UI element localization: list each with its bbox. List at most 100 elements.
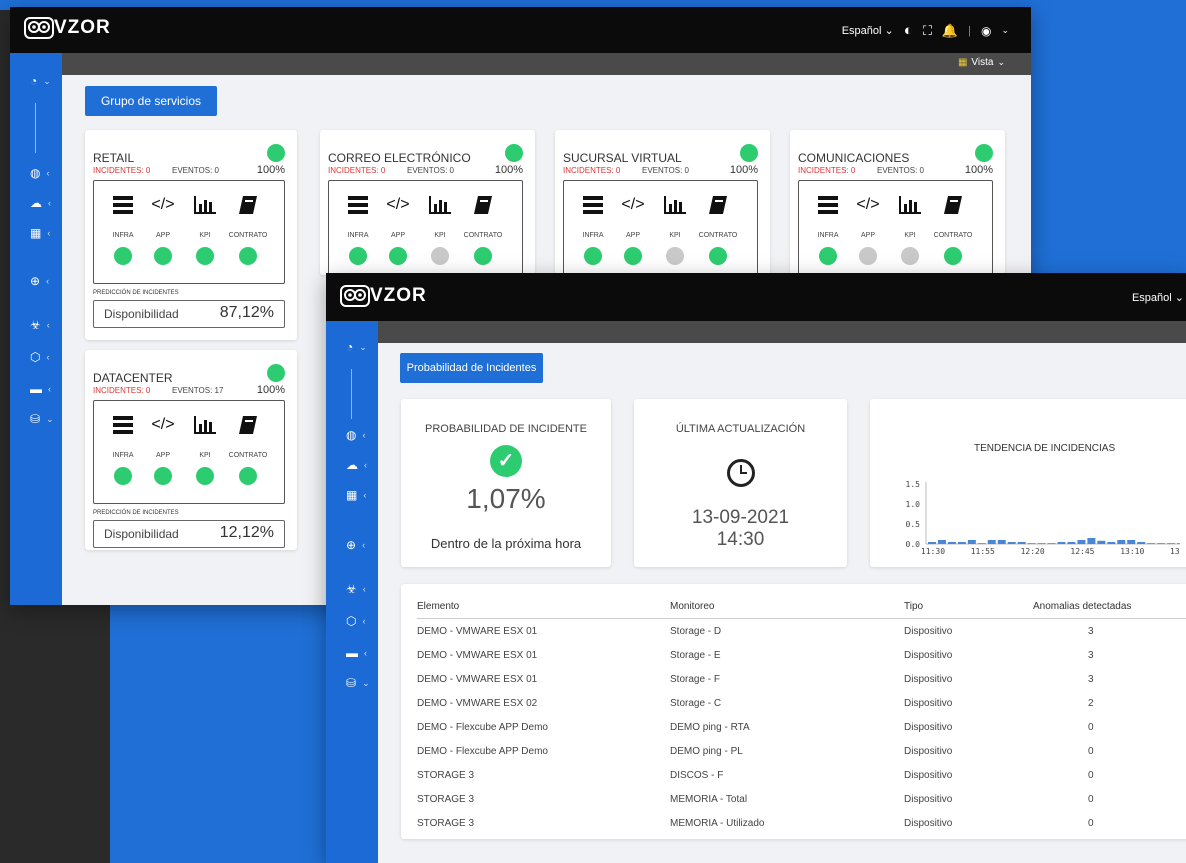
cell-type: Dispositivo <box>904 650 953 661</box>
table-row[interactable]: STORAGE 3 MEMORIA - Total Dispositivo 0 <box>417 788 1186 812</box>
status-indicator <box>349 247 367 265</box>
view-dropdown[interactable]: ▦ Vista ⌄ <box>958 57 1005 68</box>
x-tick-label: 13:10 <box>1120 547 1144 556</box>
card-percent: 100% <box>964 164 993 176</box>
table-row[interactable]: DEMO - VMWARE ESX 02 Storage - C Dispositi… <box>417 692 1186 716</box>
user-chevron-icon[interactable]: ⌄ <box>1001 25 1009 36</box>
header-anomalies[interactable]: Anomalias detectadas <box>1033 601 1131 612</box>
code-icon: </> <box>151 196 175 213</box>
table-row[interactable]: DEMO - VMWARE ESX 01 Storage - E Dispositi… <box>417 644 1186 668</box>
server-icon <box>808 196 848 218</box>
card-percent: 100% <box>729 164 758 176</box>
header-element[interactable]: Elemento <box>417 601 459 612</box>
trend-bar <box>1047 543 1056 544</box>
table-row[interactable]: DEMO - Flexcube APP Demo DEMO ping - RTA D… <box>417 716 1186 740</box>
bell-icon[interactable]: 🔔 <box>942 23 958 39</box>
sidebar-item-server[interactable]: ▬ ‹ <box>326 643 398 663</box>
fullscreen-icon[interactable]: ⛶ <box>923 23 932 39</box>
event-count: EVENTOS: 0 <box>172 166 219 175</box>
cell-type: Dispositivo <box>904 794 953 805</box>
trend-chart: 0.0 0.5 1.0 1.5 11:30 11:55 12:20 12:45 13:10 13:… <box>906 480 1180 556</box>
x-tick-label: 12:20 <box>1021 547 1045 556</box>
sidebar-item-box[interactable]: ⬡ ‹ <box>326 611 398 631</box>
sidebar-item-biohazard[interactable]: ☣ ‹ <box>10 315 82 335</box>
sidebar-item-dashboard[interactable]: ◔ ⌄ <box>10 71 82 91</box>
cell-monitoring: DEMO ping - PL <box>670 746 743 757</box>
card-percent: 100% <box>494 164 523 176</box>
user-icon[interactable]: ◉ <box>981 24 991 38</box>
incident-probability-button[interactable]: Probabilidad de Incidentes <box>400 353 543 383</box>
cell-monitoring: DEMO ping - RTA <box>670 722 750 733</box>
cell-type: Dispositivo <box>904 674 953 685</box>
cell-monitoring: DISCOS - F <box>670 770 724 781</box>
card-title: RETAIL <box>93 151 135 165</box>
sidebar-item-cloud[interactable]: ☁ ‹ <box>10 193 82 213</box>
top-right-controls: Español ⌄ ◐ ⛶ 🔔 | ◉ ⌄ <box>842 22 1009 39</box>
table-row[interactable]: STORAGE 3 MEMORIA - Utilizado Dispositivo 0 <box>417 812 1186 836</box>
server-icon <box>338 196 378 218</box>
table-row[interactable]: DEMO - VMWARE ESX 01 Storage - D Dispositi… <box>417 620 1186 644</box>
card-title: SUCURSAL VIRTUAL <box>563 151 682 165</box>
brand-name: VZOR <box>370 285 427 306</box>
service-card[interactable]: SUCURSAL VIRTUAL INCIDENTES: 0 EVENTOS: … <box>555 130 770 322</box>
sidebar-item-cloud[interactable]: ☁ ‹ <box>326 455 398 475</box>
chevron-left-icon: ‹ <box>362 616 366 626</box>
availability-label: Disponibilidad <box>104 307 179 321</box>
language-selector[interactable]: Español ⌄ <box>1132 291 1184 304</box>
availability-value: 87,12% <box>219 304 274 321</box>
header-monitoring[interactable]: Monitoreo <box>670 601 714 612</box>
sidebar-item-database[interactable]: ⛁ ⌄ <box>326 673 398 693</box>
status-label: CONTRATO <box>228 232 268 239</box>
cell-element: DEMO - VMWARE ESX 01 <box>417 650 538 661</box>
status-indicator <box>196 467 214 485</box>
language-label: Español <box>1131 292 1172 304</box>
sidebar-item-database[interactable]: ⛁ ⌄ <box>10 409 82 429</box>
sidebar: ◔ ⌄ ◍ ‹ ☁ ‹ ▦ ‹ ⊕ ‹ ☣ ‹ ⬡ ‹ ▬ ‹ ⛁ ⌄ <box>10 53 62 605</box>
chevron-left-icon: ‹ <box>46 352 50 362</box>
globe-icon: ◍ <box>346 428 357 442</box>
table-row[interactable]: DEMO - VMWARE ESX 01 Storage - F Dispositi… <box>417 668 1186 692</box>
server-icon: ▬ <box>30 382 42 396</box>
service-card[interactable]: RETAIL INCIDENTES: 0 EVENTOS: 0 100% INF… <box>85 130 297 340</box>
trend-bar <box>967 540 976 544</box>
card-title: DATACENTER <box>93 371 173 385</box>
sidebar-item-biohazard[interactable]: ☣ ‹ <box>326 579 398 599</box>
sidebar-item-grid[interactable]: ▦ ‹ <box>10 223 82 243</box>
trend-bar <box>1127 540 1136 544</box>
sidebar-item-grid[interactable]: ▦ ‹ <box>326 485 398 505</box>
sidebar-item-server[interactable]: ▬ ‹ <box>10 379 82 399</box>
cell-type: Dispositivo <box>904 746 953 757</box>
table-row[interactable]: DEMO - Flexcube APP Demo DEMO ping - PL Di… <box>417 740 1186 764</box>
card-title: CORREO ELECTRÓNICO <box>328 151 471 165</box>
header-type[interactable]: Tipo <box>904 601 923 612</box>
status-dot <box>267 364 285 382</box>
sidebar-item-target[interactable]: ⊕ ‹ <box>10 271 82 291</box>
trend-title: TENDENCIA DE INCIDENCIAS <box>974 443 1116 454</box>
language-selector[interactable]: Español ⌄ <box>842 24 894 37</box>
status-indicator <box>474 247 492 265</box>
sidebar-divider <box>35 103 36 153</box>
sidebar-item-network[interactable]: ◍ ‹ <box>10 163 82 183</box>
status-indicator <box>624 247 642 265</box>
trend-bar <box>1037 543 1046 544</box>
clock-icon <box>727 459 755 487</box>
owl-logo-icon <box>24 17 54 39</box>
cell-element: DEMO - VMWARE ESX 01 <box>417 626 538 637</box>
sidebar-item-dashboard[interactable]: ◔ ⌄ <box>326 337 398 357</box>
service-group-button[interactable]: Grupo de servicios <box>85 86 217 116</box>
top-bar: VZOR Español ⌄ <box>326 273 1186 321</box>
cloud-icon: ☁ <box>30 196 42 210</box>
trend-bar <box>1107 542 1116 544</box>
sidebar-item-network[interactable]: ◍ ‹ <box>326 425 398 445</box>
service-card[interactable]: COMUNICACIONES INCIDENTES: 0 EVENTOS: 0 … <box>790 130 1005 322</box>
sidebar-item-target[interactable]: ⊕ ‹ <box>326 535 398 555</box>
service-card[interactable]: DATACENTER INCIDENTES: 0 EVENTOS: 17 100… <box>85 350 297 550</box>
sidebar-item-box[interactable]: ⬡ ‹ <box>10 347 82 367</box>
status-label: APP <box>155 232 170 239</box>
dark-mode-icon[interactable]: ◐ <box>904 22 913 39</box>
y-tick-label: 0.5 <box>906 520 921 529</box>
table-row[interactable]: STORAGE 3 DISCOS - F Dispositivo 0 <box>417 764 1186 788</box>
service-card[interactable]: CORREO ELECTRÓNICO INCIDENTES: 0 EVENTOS… <box>320 130 535 322</box>
chevron-left-icon: ‹ <box>362 540 366 550</box>
status-label: CONTRATO <box>228 452 268 459</box>
